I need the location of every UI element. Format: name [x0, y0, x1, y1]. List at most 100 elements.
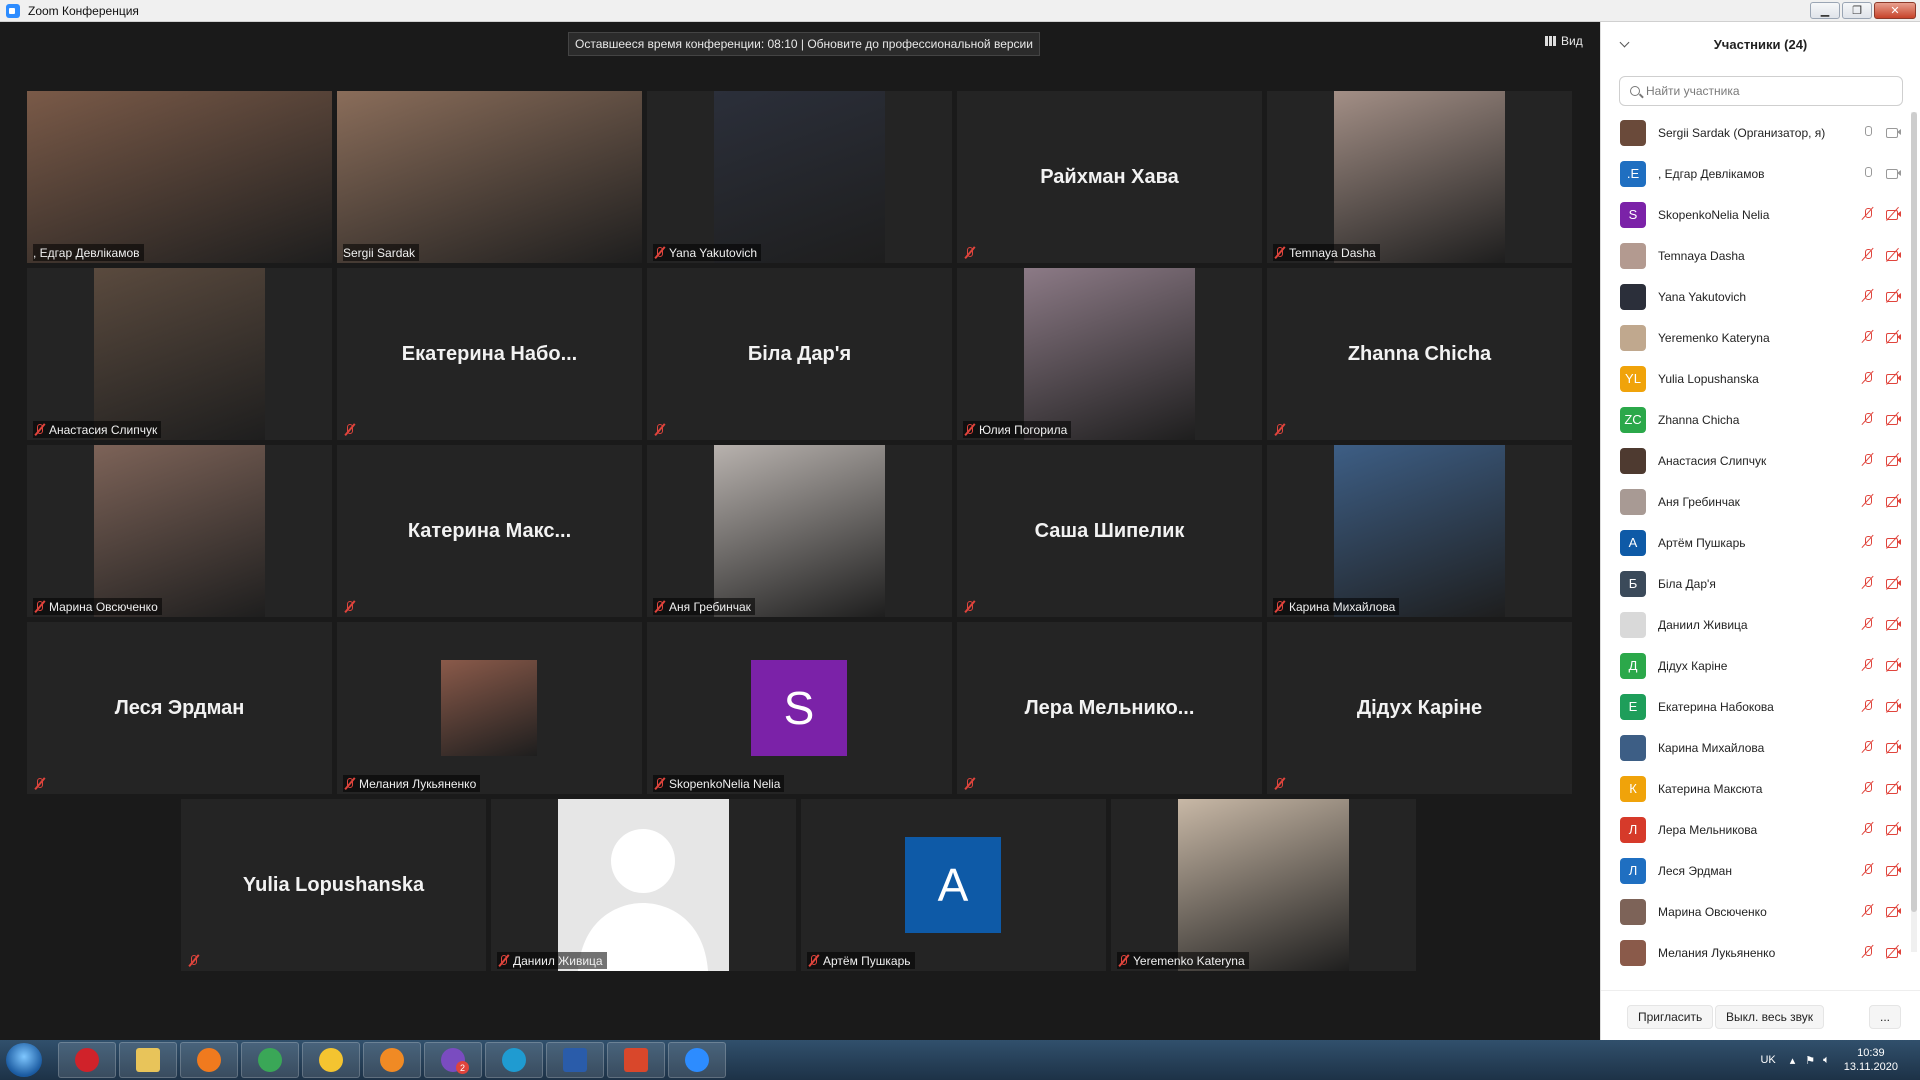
invite-button[interactable]: Пригласить	[1627, 1005, 1714, 1029]
video-off-icon	[1885, 862, 1901, 878]
muted-mic-icon	[1861, 289, 1875, 303]
participant-row[interactable]: Yeremenko Kateryna	[1601, 317, 1911, 358]
participant-row[interactable]: A Артём Пушкарь	[1601, 522, 1911, 563]
participant-name: Дідух Каріне	[1658, 658, 1728, 673]
video-tile[interactable]: Мелания Лукьяненко	[337, 622, 642, 794]
participant-row[interactable]: Б Біла Дар'я	[1601, 563, 1911, 604]
scrollbar-thumb[interactable]	[1911, 112, 1917, 912]
taskbar-firefox-button[interactable]	[180, 1042, 238, 1078]
close-button[interactable]: ✕	[1874, 2, 1916, 19]
tile-name-text: Мелания Лукьяненко	[359, 776, 477, 791]
participant-status-icons	[1861, 288, 1901, 304]
taskbar-zoom-button[interactable]	[668, 1042, 726, 1078]
video-tile[interactable]: Аня Гребинчак	[647, 445, 952, 617]
time-remaining-banner[interactable]: Оставшееся время конференции: 08:10 | Об…	[568, 32, 1040, 56]
participant-row[interactable]: Yana Yakutovich	[1601, 276, 1911, 317]
video-tile[interactable]: Карина Михайлова	[1267, 445, 1572, 617]
participant-row[interactable]: Аня Гребинчак	[1601, 481, 1911, 522]
taskbar-opera-button[interactable]	[58, 1042, 116, 1078]
video-tile[interactable]: , Едгар Девлікамов	[27, 91, 332, 263]
muted-mic-icon	[1861, 535, 1875, 549]
video-tile[interactable]: Райхман Хава	[957, 91, 1262, 263]
participant-row[interactable]: Л Лера Мельникова	[1601, 809, 1911, 850]
participant-row[interactable]: Даниил Живица	[1601, 604, 1911, 645]
video-tile[interactable]: Дідух Каріне	[1267, 622, 1572, 794]
volume-icon[interactable]: 🔈︎	[1823, 1054, 1830, 1067]
video-tile[interactable]: Yeremenko Kateryna	[1111, 799, 1416, 971]
taskbar-presentation-button[interactable]	[607, 1042, 665, 1078]
participant-row[interactable]: S SkopenkoNelia Nelia	[1601, 194, 1911, 235]
video-off-icon	[1885, 616, 1901, 632]
video-tile[interactable]: S SkopenkoNelia Nelia	[647, 622, 952, 794]
video-tile[interactable]: Temnaya Dasha	[1267, 91, 1572, 263]
video-tile[interactable]: A Артём Пушкарь	[801, 799, 1106, 971]
participants-scrollbar[interactable]	[1911, 112, 1917, 952]
participant-status-icons	[1861, 166, 1901, 180]
video-tile[interactable]: Біла Дар'я	[647, 268, 952, 440]
more-button[interactable]: ...	[1869, 1005, 1902, 1029]
video-tile[interactable]: Анастасия Слипчук	[27, 268, 332, 440]
muted-mic-icon	[653, 423, 666, 436]
video-tile[interactable]: Yana Yakutovich	[647, 91, 952, 263]
language-indicator[interactable]: UK	[1760, 1054, 1775, 1066]
clock[interactable]: 10:39 13.11.2020	[1844, 1046, 1898, 1074]
participant-row[interactable]: Мелания Лукьяненко	[1601, 932, 1911, 973]
video-tile[interactable]: Yulia Lopushanska	[181, 799, 486, 971]
participant-row[interactable]: Sergii Sardak (Организатор, я)	[1601, 112, 1911, 153]
video-tile[interactable]: Даниил Живица	[491, 799, 796, 971]
participant-row[interactable]: Д Дідух Каріне	[1601, 645, 1911, 686]
tile-name-text: Анастасия Слипчук	[49, 422, 158, 437]
participant-row[interactable]: ZC Zhanna Chicha	[1601, 399, 1911, 440]
taskbar-explorer-button[interactable]	[119, 1042, 177, 1078]
flag-icon[interactable]: ⚑	[1805, 1054, 1815, 1067]
muted-mic-icon	[1861, 904, 1875, 918]
participant-row[interactable]: Анастасия Слипчук	[1601, 440, 1911, 481]
video-tile[interactable]: Марина Овсюченко	[27, 445, 332, 617]
participant-status-icons	[1861, 862, 1901, 878]
video-off-icon	[1885, 575, 1901, 591]
taskbar-word-button[interactable]	[546, 1042, 604, 1078]
video-tile[interactable]: Sergii Sardak	[337, 91, 642, 263]
view-button[interactable]: Вид	[1545, 34, 1583, 48]
video-tile[interactable]: Катерина Макс...	[337, 445, 642, 617]
video-tile[interactable]: Екатерина Набо...	[337, 268, 642, 440]
participant-search[interactable]	[1619, 76, 1903, 106]
taskbar-browser-button[interactable]	[302, 1042, 360, 1078]
search-input[interactable]	[1646, 84, 1886, 98]
muted-mic-icon	[343, 600, 356, 613]
participant-row[interactable]: Temnaya Dasha	[1601, 235, 1911, 276]
avatar: YL	[1620, 365, 1646, 392]
participant-name: Екатерина Набокова	[1658, 699, 1774, 714]
mute-all-button[interactable]: Выкл. весь звук	[1715, 1005, 1825, 1029]
taskbar-media-player-button[interactable]	[363, 1042, 421, 1078]
tile-name-label: Карина Михайлова	[1273, 598, 1400, 615]
participant-row[interactable]: Е Екатерина Набокова	[1601, 686, 1911, 727]
explorer-icon	[136, 1048, 160, 1072]
video-tile[interactable]: Саша Шипелик	[957, 445, 1262, 617]
participant-row[interactable]: .E , Едгар Девлікамов	[1601, 153, 1911, 194]
participant-row[interactable]: YL Yulia Lopushanska	[1601, 358, 1911, 399]
participant-row[interactable]: К Катерина Максюта	[1601, 768, 1911, 809]
video-tile[interactable]: Леся Эрдман	[27, 622, 332, 794]
video-off-icon	[1885, 493, 1901, 509]
tile-name-text: Даниил Живица	[513, 953, 603, 968]
participant-video	[94, 445, 265, 617]
video-off-icon	[1885, 206, 1901, 222]
participant-row[interactable]: Карина Михайлова	[1601, 727, 1911, 768]
video-tile[interactable]: Zhanna Chicha	[1267, 268, 1572, 440]
participant-row[interactable]: Марина Овсюченко	[1601, 891, 1911, 932]
video-tile[interactable]: Лера Мельнико...	[957, 622, 1262, 794]
participant-row[interactable]: Л Леся Эрдман	[1601, 850, 1911, 891]
video-tile[interactable]: Юлия Погорила	[957, 268, 1262, 440]
tray-arrow-icon[interactable]: ▴	[1790, 1054, 1796, 1067]
taskbar-edge-button[interactable]	[485, 1042, 543, 1078]
tile-name-label: SkopenkoNelia Nelia	[653, 775, 785, 792]
avatar	[1620, 939, 1646, 966]
maximize-button[interactable]: ❐	[1842, 2, 1872, 19]
taskbar-viber-button[interactable]: 2	[424, 1042, 482, 1078]
participants-panel: Участники (24) Sergii Sardak (Организато…	[1600, 22, 1920, 1040]
taskbar-chrome-button[interactable]	[241, 1042, 299, 1078]
start-button[interactable]	[6, 1043, 42, 1077]
minimize-button[interactable]: ▁	[1810, 2, 1840, 19]
participant-name: Мелания Лукьяненко	[1658, 945, 1776, 960]
